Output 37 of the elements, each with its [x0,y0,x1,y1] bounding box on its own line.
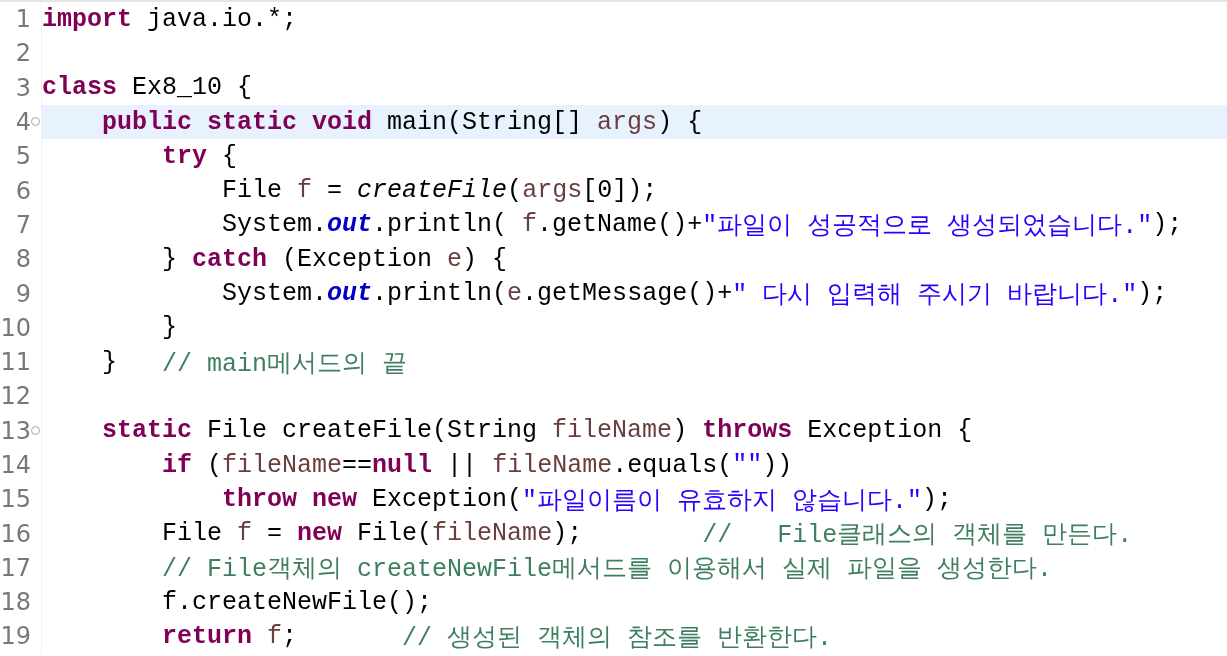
line-number: 12 [0,382,31,411]
line-number: 6 [15,176,31,205]
code-line: System.out.println( f.getName()+"파일이 성공적으로 생성되었습니다."); [221,209,1184,243]
code-line: f.createNewFile(); [161,586,434,619]
line-number: 3 [15,73,31,102]
code-line: return f; // 생성된 객체의 참조를 반환한다. [161,621,834,654]
code-line: } [161,312,179,345]
line-number: 15 [0,485,31,514]
line-number: 10 [0,313,31,342]
code-line: } catch (Exception e) { [161,243,509,276]
line-number: 11 [0,348,31,377]
line-number: 13 [0,416,31,445]
code-line: throw new Exception("파일이름이 유효하지 않습니다."); [221,483,954,517]
line-number: 17 [0,553,31,582]
line-number: 5 [15,142,31,171]
line-number: 4 [15,108,31,137]
line-number: 19 [0,622,31,651]
code-line: } // main메서드의 끝 [101,346,409,380]
code-line: File f = createFile(args[0]); [221,175,659,208]
code-line: if (fileName==null || fileName.equals("")) [161,449,794,482]
collapse-icon[interactable] [31,116,40,126]
line-number: 7 [15,210,31,239]
code-line: File f = new File(fileName); // File클래스의 객체를 만든다. [161,518,1134,551]
line-number: 1 [15,5,31,34]
line-number: 9 [15,279,31,308]
code-line: try { [161,140,239,173]
line-number: 8 [15,245,31,274]
line-number: 16 [0,519,31,548]
code-line: // File객체의 createNewFile메서드를 이용해서 실제 파일을 생성한다. [161,554,1054,586]
line-number: 2 [15,39,31,68]
line-number: 18 [0,588,31,617]
collapse-icon[interactable] [31,425,40,435]
line-number: 14 [0,451,31,479]
code-line: import java.io.*; [42,3,299,36]
code-line: System.out.println(e.getMessage()+" 다시 입력해 주시기 바랍니다."); [221,278,1169,311]
code-line: class Ex8_10 { [42,72,254,105]
code-line: static File createFile(String fileName) throws Exception { [101,415,974,448]
